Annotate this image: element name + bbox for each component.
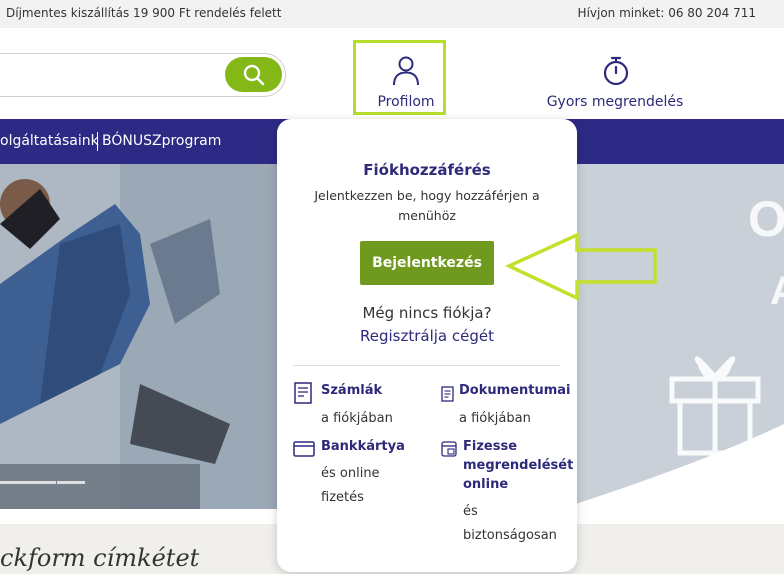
promo-script-text: ckform címkétet <box>0 544 200 572</box>
documents-sub: a fiókjában <box>459 411 531 426</box>
online-payment-sub-line2: biztonságosan <box>463 528 557 543</box>
nav-item-services[interactable]: olgáltatásaink <box>0 133 99 149</box>
online-payment-title-line2: megrendelését <box>463 458 574 473</box>
site-header: Profilom Gyors megrendelés <box>0 28 784 119</box>
arrow-left-icon <box>505 232 657 301</box>
invoice-icon <box>294 382 312 404</box>
quick-order-link[interactable]: Gyors megrendelés <box>540 94 690 110</box>
carousel-dot[interactable] <box>0 481 28 484</box>
free-shipping-notice: Díjmentes kiszállítás 19 900 Ft rendelés… <box>6 6 282 20</box>
account-dropdown: Fiókhozzáférés Jelentkezzen be, hogy hoz… <box>277 119 577 572</box>
dropdown-divider <box>293 365 560 366</box>
bankcard-sub-line1: és online <box>321 466 380 481</box>
user-icon <box>393 56 419 86</box>
top-info-bar: Díjmentes kiszállítás 19 900 Ft rendelés… <box>0 0 784 28</box>
register-link[interactable]: Regisztrálja cégét <box>277 327 577 345</box>
stopwatch-icon[interactable] <box>600 55 632 87</box>
documents-icon <box>441 386 454 402</box>
online-payment-icon <box>441 441 457 457</box>
invoices-title: Számlák <box>321 383 383 398</box>
carousel-dot[interactable] <box>28 481 56 484</box>
online-payment-title-line3: online <box>463 477 509 492</box>
credit-card-icon <box>293 441 315 457</box>
search-icon <box>243 64 264 85</box>
login-button[interactable]: Bejelentkezés <box>360 241 494 285</box>
profile-link[interactable]: Profilom <box>360 94 452 110</box>
dropdown-subtitle: Jelentkezzen be, hogy hozzáférjen a menü… <box>314 188 540 223</box>
nav-divider <box>97 132 98 151</box>
bankcard-sub-line2: fizetés <box>321 490 364 505</box>
no-account-text: Még nincs fiókja? <box>362 304 492 322</box>
search-input[interactable] <box>0 53 286 97</box>
online-payment-sub-line1: és <box>463 504 478 519</box>
documents-item[interactable]: Dokumentumai <box>459 383 570 398</box>
invoices-sub: a fiókjában <box>321 411 393 426</box>
svg-text:A: A <box>770 269 784 313</box>
phone-contact[interactable]: Hívjon minket: 06 80 204 711 <box>578 6 756 20</box>
carousel-dot[interactable] <box>57 481 85 484</box>
documents-title: Dokumentumai <box>459 383 571 398</box>
search-button[interactable] <box>225 57 282 92</box>
invoices-item[interactable]: Számlák <box>321 383 382 398</box>
online-payment-item[interactable]: Fizesse <box>463 439 517 454</box>
svg-text:O: O <box>748 191 784 247</box>
nav-item-bonus[interactable]: BÓNUSZprogram <box>102 133 221 149</box>
bankcard-title: Bankkártya <box>321 439 405 454</box>
bankcard-item[interactable]: Bankkártya <box>321 439 405 454</box>
dropdown-title: Fiókhozzáférés <box>363 161 491 179</box>
